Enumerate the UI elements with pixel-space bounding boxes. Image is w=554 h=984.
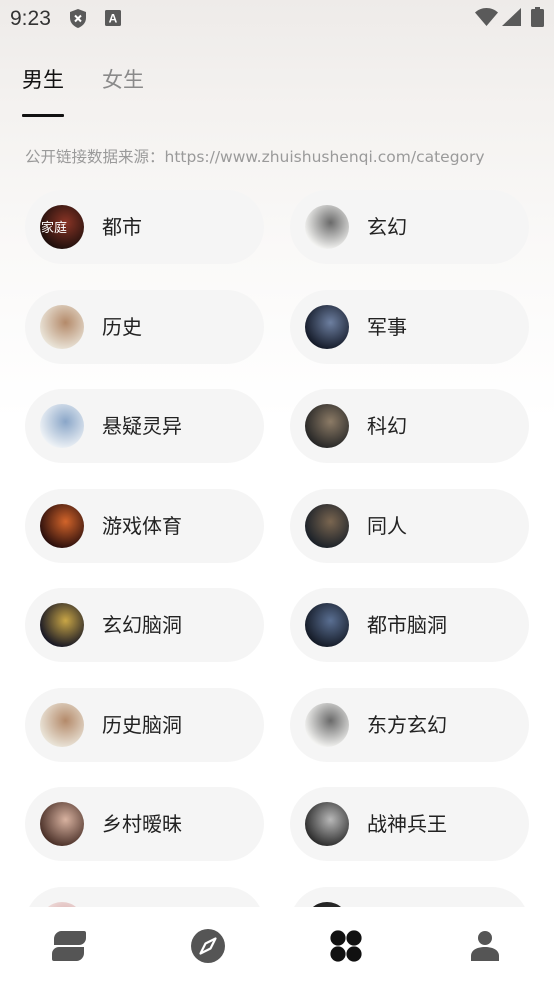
status-time: 9:23 — [10, 7, 51, 30]
category-label: 同人 — [367, 513, 407, 538]
nav-discover-button[interactable] — [139, 907, 278, 984]
signal-icon — [502, 8, 521, 26]
tab-male[interactable]: 男生 — [22, 64, 64, 96]
profile-icon — [470, 930, 499, 961]
category-card[interactable]: 同人 — [290, 488, 529, 563]
tab-female[interactable]: 女生 — [102, 64, 144, 96]
category-cover-image — [40, 304, 84, 349]
category-label: 都市脑洞 — [367, 613, 447, 637]
category-card[interactable]: 战神兵王 — [290, 787, 529, 861]
category-card[interactable]: 历史 — [25, 289, 264, 364]
category-card[interactable]: 历史脑洞 — [25, 687, 264, 762]
category-label: 军事 — [367, 314, 407, 339]
a-notification-icon: A — [105, 10, 121, 26]
category-card[interactable]: 悬疑灵异 — [25, 389, 264, 463]
category-cover-image: 家庭 — [40, 205, 84, 249]
data-source-text: 公开链接数据来源：https://www.zhuishushenqi.com/c… — [25, 148, 485, 166]
category-card[interactable]: 游戏体育 — [25, 488, 264, 563]
wifi-icon — [475, 8, 498, 26]
category-cover-image — [305, 702, 349, 747]
gender-tabs: 男生 女生 — [22, 64, 222, 118]
category-label: 乡村暧昧 — [102, 812, 182, 836]
category-card[interactable]: 军事 — [290, 289, 529, 364]
category-label: 都市 — [102, 215, 142, 239]
category-label: 战神兵王 — [367, 812, 447, 836]
category-grid: 家庭 都市 玄幻历史 军事悬疑灵异 科幻游戏体育 同人玄幻脑洞 都市脑洞历史脑洞 东方玄幻乡村… — [25, 190, 529, 961]
category-grid-icon — [330, 929, 362, 962]
category-label: 东方玄幻 — [367, 712, 447, 737]
category-label: 玄幻 — [367, 215, 407, 239]
category-cover-image — [40, 404, 84, 448]
battery-icon — [531, 7, 544, 27]
category-label: 历史脑洞 — [102, 712, 182, 737]
category-card[interactable]: 玄幻脑洞 — [25, 588, 264, 662]
category-label: 玄幻脑洞 — [102, 613, 182, 637]
category-cover-image — [40, 702, 84, 747]
category-card[interactable]: 东方玄幻 — [290, 687, 529, 762]
active-tab-indicator — [22, 114, 64, 117]
category-card[interactable]: 都市脑洞 — [290, 588, 529, 662]
category-cover-image — [305, 802, 349, 846]
category-card[interactable]: 家庭 都市 — [25, 190, 264, 264]
category-cover-image — [305, 404, 349, 448]
category-card[interactable]: 科幻 — [290, 389, 529, 463]
nav-category-button[interactable] — [277, 907, 416, 984]
compass-icon — [190, 928, 225, 963]
bookshelf-icon — [52, 930, 87, 961]
bottom-nav — [0, 907, 554, 984]
category-cover-image — [305, 603, 349, 647]
category-cover-image — [305, 205, 349, 249]
nav-profile-button[interactable] — [416, 907, 554, 984]
shield-icon — [70, 9, 86, 28]
status-bar: 9:23 A — [0, 0, 554, 40]
cover-title-text: 家庭 — [41, 221, 68, 236]
category-label: 历史 — [102, 314, 142, 339]
nav-bookshelf-button[interactable] — [0, 907, 139, 984]
category-label: 悬疑灵异 — [102, 414, 182, 438]
category-cover-image — [305, 304, 349, 349]
category-cover-image — [40, 603, 84, 647]
category-card[interactable]: 玄幻 — [290, 190, 529, 264]
category-cover-image — [40, 802, 84, 846]
category-cover-image — [40, 503, 84, 548]
category-cover-image — [305, 503, 349, 548]
category-label: 游戏体育 — [102, 513, 182, 538]
category-label: 科幻 — [367, 414, 407, 438]
category-card[interactable]: 乡村暧昧 — [25, 787, 264, 861]
a-notification-glyph: A — [109, 12, 118, 26]
